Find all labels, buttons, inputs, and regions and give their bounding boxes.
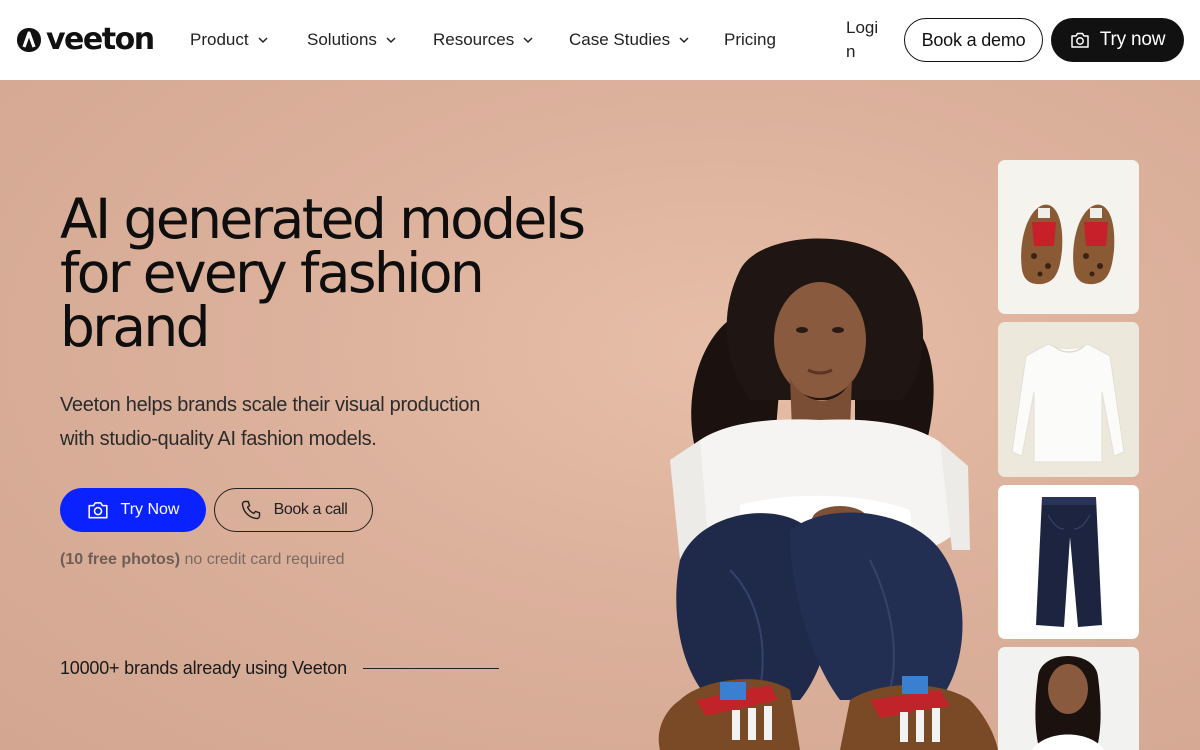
phone-icon (241, 500, 260, 520)
logo-text: veeton (46, 22, 155, 57)
chevron-down-icon (523, 37, 533, 44)
nav-item-product[interactable]: Product (190, 29, 269, 51)
nav-item-resources[interactable]: Resources (433, 29, 534, 51)
try-now-label: Try now (1099, 29, 1166, 50)
try-now-label: Try Now (120, 501, 180, 518)
nav-item-label: Solutions (307, 30, 377, 49)
product-card-sneakers[interactable] (998, 160, 1139, 314)
top-navbar: veeton Product Solutions Resources Case … (0, 0, 1200, 80)
longsleeve-image (1011, 343, 1125, 463)
hero-model-image (658, 238, 998, 750)
book-demo-button[interactable]: Book a demo (904, 18, 1043, 62)
hero-title: AI generated models for every fashion br… (60, 187, 586, 359)
model-portrait-image (1031, 656, 1105, 750)
nav-item-label: Pricing (724, 30, 776, 49)
nav-item-pricing[interactable]: Pricing (724, 29, 776, 51)
hero-subtitle: Veeton helps brands scale their visual p… (60, 394, 481, 450)
chevron-down-icon (258, 37, 268, 44)
brands-text: 10000+ brands already using Veeton (60, 658, 347, 678)
free-photos-note: (10 free photos) no credit card required (60, 551, 345, 569)
nav-item-case-studies[interactable]: Case Studies (569, 29, 690, 51)
nav-item-label: Case Studies (569, 30, 671, 49)
nav-item-solutions[interactable]: Solutions (307, 29, 397, 51)
product-card-jeans[interactable] (998, 485, 1139, 639)
divider-line (362, 667, 499, 670)
product-card-longsleeve[interactable] (998, 322, 1139, 477)
camera-icon (87, 502, 108, 519)
book-call-button[interactable]: Book a call (214, 488, 373, 532)
try-now-nav-button[interactable]: Try now (1051, 18, 1184, 62)
camera-icon (1071, 32, 1089, 48)
free-photos-text: no credit card required (180, 551, 345, 568)
product-card-model[interactable] (998, 647, 1139, 750)
sneakers-image (1021, 204, 1115, 285)
hero-section: AI generated models for every fashion br… (0, 80, 1200, 750)
brands-count: 10000+ brands already using Veeton (60, 658, 499, 679)
try-now-button[interactable]: Try Now (60, 488, 206, 532)
nav-item-label: Resources (433, 30, 515, 49)
nav-item-label: Product (190, 30, 249, 49)
jeans-image (1036, 497, 1102, 627)
chevron-down-icon (679, 37, 689, 44)
chevron-down-icon (386, 37, 396, 44)
logo[interactable]: veeton (16, 22, 155, 58)
logo-mark-icon (17, 28, 41, 52)
login-link[interactable]: Login (846, 16, 880, 64)
free-photos-bold: (10 free photos) (60, 551, 181, 568)
book-call-label: Book a call (273, 501, 348, 518)
